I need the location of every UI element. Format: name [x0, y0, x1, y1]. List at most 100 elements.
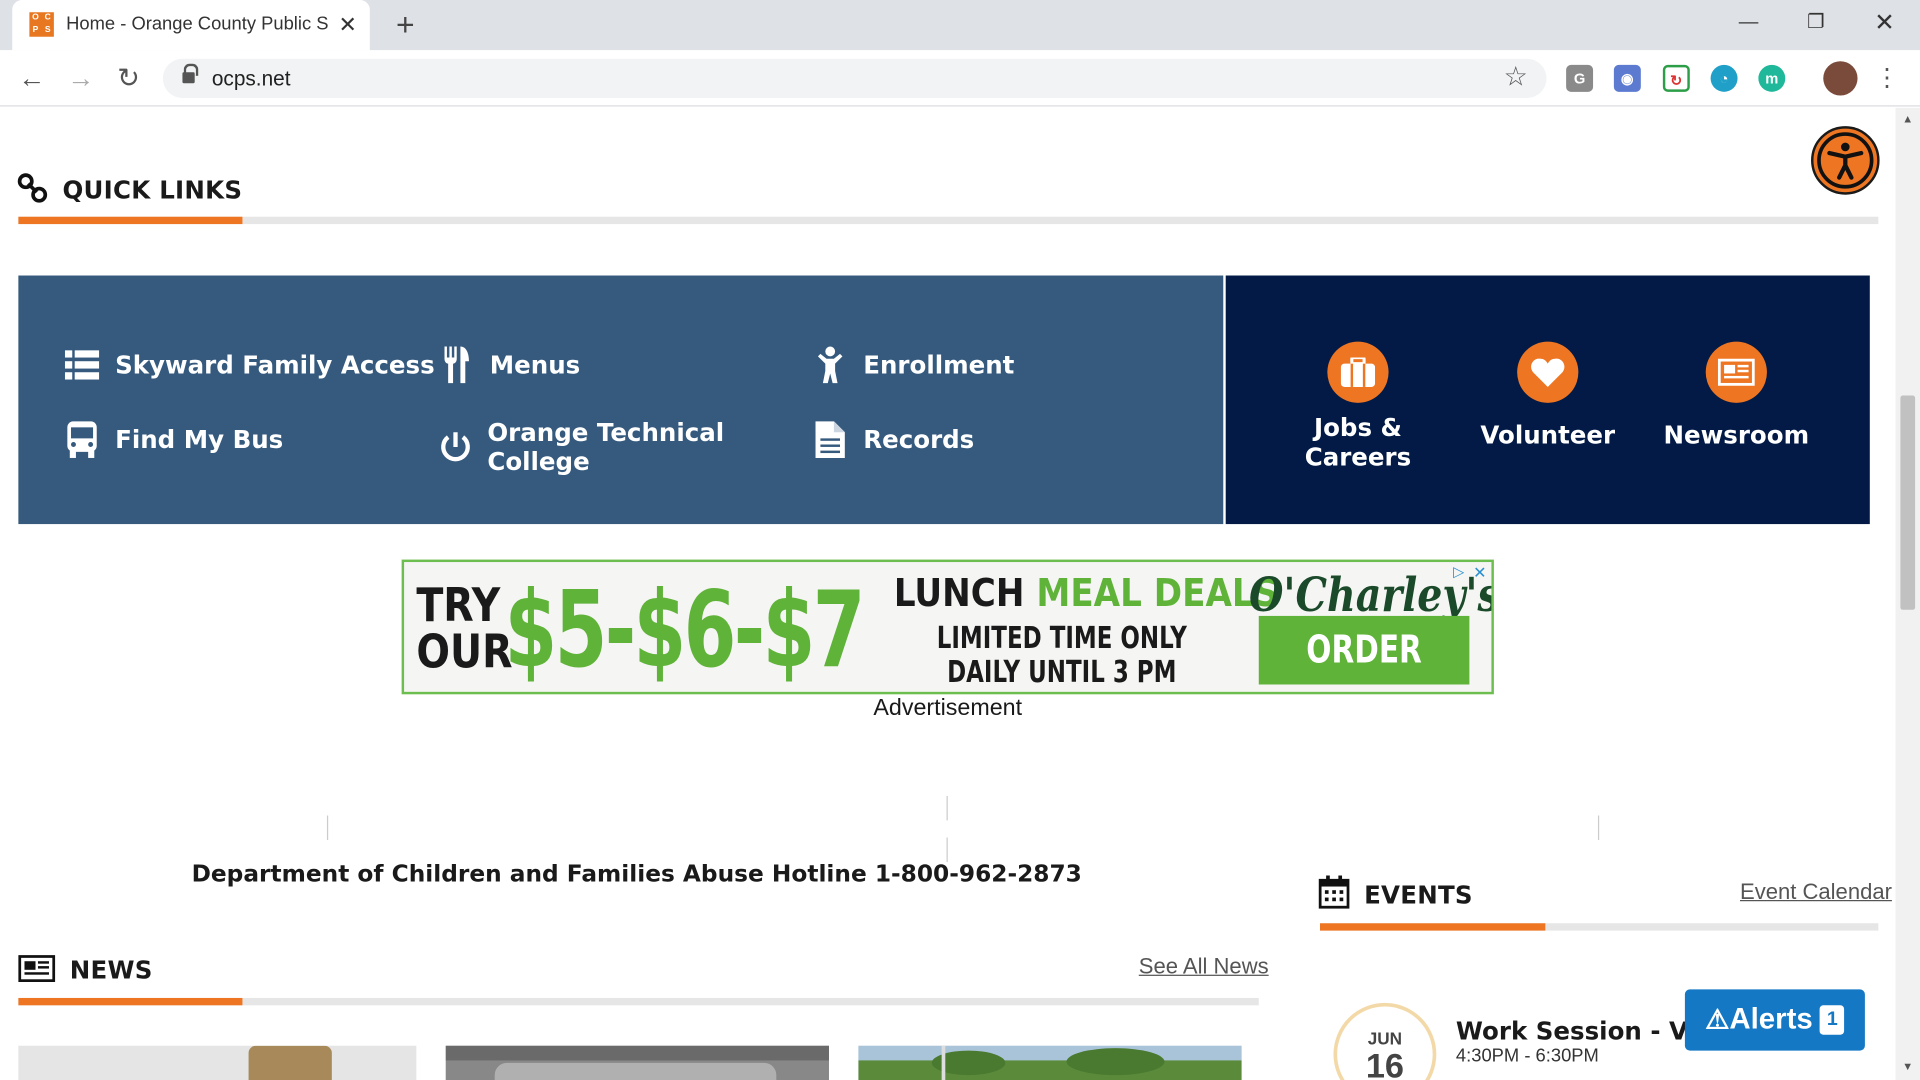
see-all-news-link[interactable]: See All News — [1139, 954, 1269, 980]
advertisement-caption: Advertisement — [873, 695, 1023, 722]
accessibility-button[interactable] — [1811, 126, 1880, 195]
quick-links-panel: Skyward Family Access Menus Enrollment F… — [18, 275, 1224, 525]
calendar-icon — [1318, 875, 1350, 909]
alerts-count-badge: 1 — [1820, 1005, 1845, 1035]
tab-strip: O C P S Home - Orange County Public Sc ✕… — [0, 0, 1920, 51]
divider — [946, 795, 948, 821]
scrollbar-thumb[interactable] — [1900, 395, 1916, 610]
browser-tab[interactable]: O C P S Home - Orange County Public Sc ✕ — [12, 0, 370, 51]
featured-link-newsroom[interactable]: Newsroom — [1644, 341, 1828, 450]
restore-button[interactable]: ❐ — [1791, 5, 1840, 42]
ad-try-our: TRY OUR — [416, 577, 513, 679]
accessibility-icon — [1817, 132, 1874, 189]
advertisement-banner[interactable]: TRY OUR $5-$6-$7 LUNCH MEAL DEALS LIMITE… — [401, 559, 1494, 695]
heart-icon — [1517, 341, 1579, 403]
news-thumbnail[interactable] — [18, 1045, 417, 1080]
tab-close-icon[interactable]: ✕ — [336, 11, 360, 38]
back-button[interactable]: ← — [15, 61, 49, 95]
quick-link-skyward[interactable]: Skyward Family Access — [64, 347, 435, 384]
warning-icon: ⚠ — [1705, 1004, 1730, 1035]
favicon-icon: O C P S — [29, 12, 54, 37]
camera-extension-icon[interactable]: ◉ — [1613, 64, 1641, 92]
quick-link-label: Records — [863, 424, 975, 455]
favicon-letter: S — [44, 25, 51, 35]
quick-link-find-my-bus[interactable]: Find My Bus — [64, 421, 284, 458]
event-time: 4:30PM - 6:30PM — [1455, 1045, 1599, 1067]
minimize-button[interactable]: — — [1724, 5, 1773, 42]
document-icon — [812, 421, 849, 458]
quick-link-label: Menus — [489, 350, 581, 380]
event-day: 16 — [1365, 1046, 1404, 1080]
featured-link-jobs-careers[interactable]: Jobs & Careers — [1266, 341, 1450, 472]
tab-title: Home - Orange County Public Sc — [66, 13, 329, 35]
divider — [946, 837, 948, 863]
quick-link-records[interactable]: Records — [812, 421, 974, 458]
close-window-button[interactable]: ✕ — [1860, 5, 1909, 42]
quick-links-title: QUICK LINKS — [62, 175, 243, 205]
extension-icon[interactable]: ↻ — [1662, 64, 1690, 92]
ad-order-now-button[interactable]: ORDER NOW — [1258, 615, 1470, 685]
list-icon — [64, 347, 101, 384]
quick-link-label: Enrollment — [863, 350, 1015, 380]
ad-choices-icon[interactable]: ▷ — [1453, 563, 1464, 580]
power-icon — [438, 429, 472, 466]
quick-link-label: Find My Bus — [115, 424, 284, 455]
news-thumbnail[interactable] — [445, 1045, 829, 1080]
lock-icon — [182, 63, 199, 85]
favicon-letter: O — [32, 13, 39, 23]
divider — [1597, 815, 1600, 841]
profile-avatar[interactable] — [1823, 61, 1858, 96]
featured-link-label: Newsroom — [1663, 420, 1810, 450]
bus-icon — [64, 421, 101, 458]
address-bar[interactable]: ocps.net ☆ — [162, 58, 1547, 98]
browser-toolbar: ← → ↻ ocps.net ☆ G ◉ ↻ ◔ m ⋮ — [0, 50, 1920, 107]
featured-link-volunteer[interactable]: Volunteer — [1456, 341, 1640, 450]
featured-link-label: Volunteer — [1480, 420, 1616, 450]
ad-limited-time: LIMITED TIME ONLY DAILY UNTIL 3 PM — [936, 619, 1187, 690]
abuse-hotline-text: Department of Children and Families Abus… — [191, 860, 1082, 888]
extension-icon[interactable]: ◔ — [1710, 64, 1738, 92]
alerts-button[interactable]: ⚠ Alerts 1 — [1684, 989, 1865, 1051]
events-title: EVENTS — [1364, 880, 1473, 910]
featured-links-panel: Jobs & Careers Volunteer Newsroom — [1225, 275, 1870, 525]
favicon-letter: P — [32, 25, 39, 35]
news-underline — [18, 997, 1259, 1006]
quick-link-label: Skyward Family Access — [115, 350, 435, 380]
new-tab-button[interactable]: + — [389, 7, 421, 41]
ad-lunch-headline: LUNCH MEAL DEALS — [893, 571, 1279, 616]
favicon-letter: C — [44, 13, 51, 23]
bookmark-star-icon[interactable]: ☆ — [1504, 61, 1528, 93]
briefcase-icon — [1327, 341, 1389, 403]
news-thumbnail[interactable] — [858, 1045, 1242, 1080]
featured-link-label: Jobs & Careers — [1304, 412, 1412, 472]
extension-g-icon[interactable]: G — [1566, 64, 1594, 92]
events-underline — [1320, 923, 1879, 931]
forward-button[interactable]: → — [64, 61, 98, 95]
event-calendar-link[interactable]: Event Calendar — [1740, 879, 1892, 905]
scroll-up-arrow-icon[interactable]: ▲ — [1900, 113, 1915, 125]
url-text: ocps.net — [211, 67, 291, 91]
newspaper-icon — [1705, 341, 1767, 403]
alerts-label: Alerts — [1729, 1002, 1813, 1036]
extension-m-icon[interactable]: m — [1758, 64, 1786, 92]
scroll-down-arrow-icon[interactable]: ▼ — [1900, 1060, 1915, 1072]
newspaper-icon — [18, 955, 56, 983]
ad-close-icon[interactable]: ✕ — [1473, 563, 1486, 583]
utensils-icon — [438, 346, 475, 384]
page-content: QUICK LINKS Skyward Family Access Menus — [0, 107, 1896, 1080]
reload-button[interactable]: ↻ — [111, 61, 145, 95]
quick-links-underline — [18, 216, 1879, 225]
news-title: NEWS — [69, 955, 153, 985]
event-month: JUN — [1367, 1028, 1403, 1049]
quick-link-orange-technical-college[interactable]: Orange Technical College — [438, 417, 732, 477]
divider — [326, 815, 329, 841]
child-icon — [812, 346, 849, 384]
ad-prices: $5-$6-$7 — [504, 569, 865, 692]
page-scrollbar[interactable]: ▲ ▼ — [1895, 107, 1920, 1080]
menu-kebab-icon[interactable]: ⋮ — [1870, 61, 1904, 95]
event-date-badge: JUN 16 — [1333, 1002, 1437, 1080]
link-icon — [17, 173, 48, 203]
quick-link-enrollment[interactable]: Enrollment — [812, 346, 1015, 384]
quick-link-label: Orange Technical College — [487, 417, 725, 477]
quick-link-menus[interactable]: Menus — [438, 346, 581, 384]
